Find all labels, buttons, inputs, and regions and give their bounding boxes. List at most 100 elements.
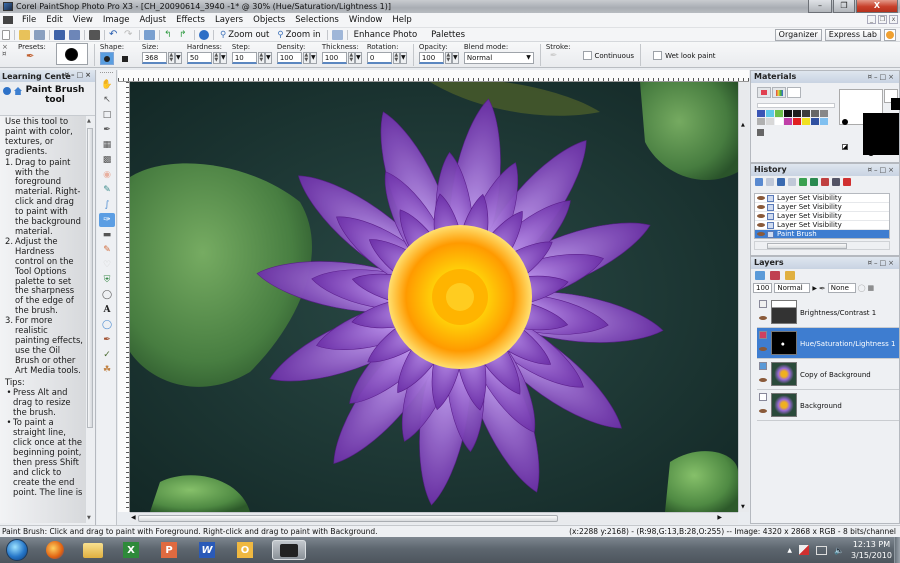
tray-expand-icon[interactable]: ▲ [787, 547, 792, 554]
hardness-dropdown[interactable]: ▼ [219, 52, 227, 64]
scroll-down-icon[interactable]: ▼ [741, 504, 745, 510]
round-shape-button[interactable] [99, 52, 114, 65]
pen-icon[interactable]: ✒ [100, 333, 114, 347]
eye-icon[interactable] [759, 409, 767, 413]
enhance-photo-button[interactable]: Enhance Photo [354, 30, 418, 40]
selection-icon[interactable]: □ [100, 108, 114, 122]
step-input[interactable]: 10 [231, 52, 257, 64]
taskbar-powerpoint[interactable]: P [158, 540, 180, 560]
menu-help[interactable]: Help [387, 15, 416, 25]
flood-fill-icon[interactable]: ⛨ [100, 273, 114, 287]
color-swatch[interactable] [766, 118, 774, 125]
blend-mode-select[interactable]: Normal ▼ [463, 52, 534, 64]
color-swatch[interactable] [802, 118, 810, 125]
link-icon[interactable]: ◯ [858, 284, 866, 292]
canvas-horizontal-scrollbar[interactable]: ◀ ▶ [130, 512, 738, 524]
crop-icon[interactable]: ▦ [100, 138, 114, 152]
eraser-icon[interactable]: ✎ [100, 243, 114, 257]
thickness-spinner[interactable]: ▲ ▼ [347, 52, 355, 64]
scroll-right-icon[interactable]: ▶ [717, 514, 722, 521]
layer-row[interactable]: Copy of Background [757, 359, 899, 390]
color-swatch[interactable] [757, 110, 765, 117]
scroll-thumb[interactable] [87, 128, 93, 428]
rotation-input[interactable]: 0 [366, 52, 392, 64]
opacity-dropdown[interactable]: ▼ [451, 52, 459, 64]
presets-brush-icon[interactable]: ✒ [26, 51, 46, 62]
zoom-in-button[interactable]: ⚲ Zoom in [277, 30, 320, 40]
document-icon[interactable] [3, 16, 13, 24]
layer-mask-select[interactable]: None [827, 283, 856, 293]
menu-objects[interactable]: Objects [248, 15, 290, 25]
scratch-remover-icon[interactable]: ∫ [100, 198, 114, 212]
color-swatch[interactable] [820, 110, 828, 117]
history-item[interactable]: Layer Set Visibility [755, 194, 889, 203]
undo-selected-icon[interactable] [777, 178, 785, 186]
close-button[interactable]: X [856, 0, 898, 13]
layer-blend-select[interactable]: Normal [774, 283, 811, 293]
menu-window[interactable]: Window [344, 15, 388, 25]
eye-icon[interactable] [759, 347, 767, 351]
redo-icon[interactable]: ↷ [124, 29, 135, 40]
opacity-input[interactable]: 100 [418, 52, 444, 64]
size-spinner[interactable]: ▲ ▼ [167, 52, 175, 64]
taskbar-explorer[interactable] [82, 540, 104, 560]
warp-brush-icon[interactable]: ✓ [100, 348, 114, 362]
eye-icon[interactable] [759, 378, 767, 382]
scroll-up-icon[interactable]: ▲ [87, 118, 91, 124]
opacity-spinner[interactable]: ▲ ▼ [444, 52, 452, 64]
zoom-out-button[interactable]: ⚲ Zoom out [220, 30, 269, 40]
grip-handle[interactable] [100, 72, 113, 77]
options-close-icon[interactable]: × ¤ [2, 44, 10, 58]
menu-image[interactable]: Image [98, 15, 135, 25]
chevron-right-icon[interactable]: ▶ [812, 285, 817, 292]
menu-selections[interactable]: Selections [290, 15, 344, 25]
picture-tube-icon[interactable]: ♡ [100, 258, 114, 272]
lighten-darken-icon[interactable]: ▬ [100, 228, 114, 242]
lock-icon[interactable] [832, 178, 840, 186]
palettes-button[interactable]: Palettes [431, 30, 465, 40]
color-swatch[interactable] [757, 118, 765, 125]
history-item[interactable]: Layer Set Visibility [755, 221, 889, 230]
menu-layers[interactable]: Layers [210, 15, 248, 25]
palette-controls[interactable]: ¤–□× [65, 71, 93, 79]
undo-icon[interactable]: ↶ [109, 29, 120, 40]
style-solid-icon[interactable] [842, 119, 848, 125]
palette-controls[interactable]: ¤–□× [868, 71, 896, 83]
preset-shape-icon[interactable]: ◯ [100, 318, 114, 332]
quickscript-icon[interactable] [799, 178, 807, 186]
delete-layer-icon[interactable] [770, 271, 780, 280]
color-swatch[interactable] [811, 118, 819, 125]
lock-icon[interactable]: ▦ [868, 284, 875, 292]
save-script-icon[interactable] [810, 178, 818, 186]
scroll-thumb[interactable] [767, 243, 847, 249]
scroll-thumb[interactable] [138, 515, 558, 522]
eye-icon[interactable] [757, 196, 765, 200]
color-swatch[interactable] [775, 118, 783, 125]
color-swatch[interactable] [784, 110, 792, 117]
wet-look-checkbox[interactable]: Wet look paint [653, 51, 716, 60]
eye-icon[interactable] [757, 214, 765, 218]
color-swatch[interactable] [802, 110, 810, 117]
minimize-button[interactable]: – [808, 0, 832, 13]
help-button[interactable] [884, 29, 896, 41]
eye-icon[interactable] [757, 205, 765, 209]
doc-minimize-button[interactable]: _ [867, 15, 876, 24]
hardness-spinner[interactable]: ▲ ▼ [212, 52, 220, 64]
density-input[interactable]: 100 [276, 52, 302, 64]
step-spinner[interactable]: ▲ ▼ [257, 52, 265, 64]
background-mini[interactable] [891, 98, 900, 110]
resize-icon[interactable] [144, 29, 155, 40]
rotate-left-icon[interactable]: ↰ [164, 30, 175, 40]
thickness-input[interactable]: 100 [321, 52, 347, 64]
save-icon[interactable] [54, 29, 65, 40]
red-eye-icon[interactable]: ◉ [100, 168, 114, 182]
swatches-tab[interactable] [787, 87, 801, 98]
hardness-input[interactable]: 50 [186, 52, 212, 64]
palette-controls[interactable]: ¤–□× [868, 164, 896, 176]
size-dropdown[interactable]: ▼ [174, 52, 182, 64]
swap-materials-icon[interactable] [842, 144, 848, 150]
color-swatch[interactable] [784, 118, 792, 125]
history-item[interactable]: Layer Set Visibility [755, 203, 889, 212]
doc-close-button[interactable]: x [889, 15, 898, 24]
print-icon[interactable] [89, 29, 100, 40]
